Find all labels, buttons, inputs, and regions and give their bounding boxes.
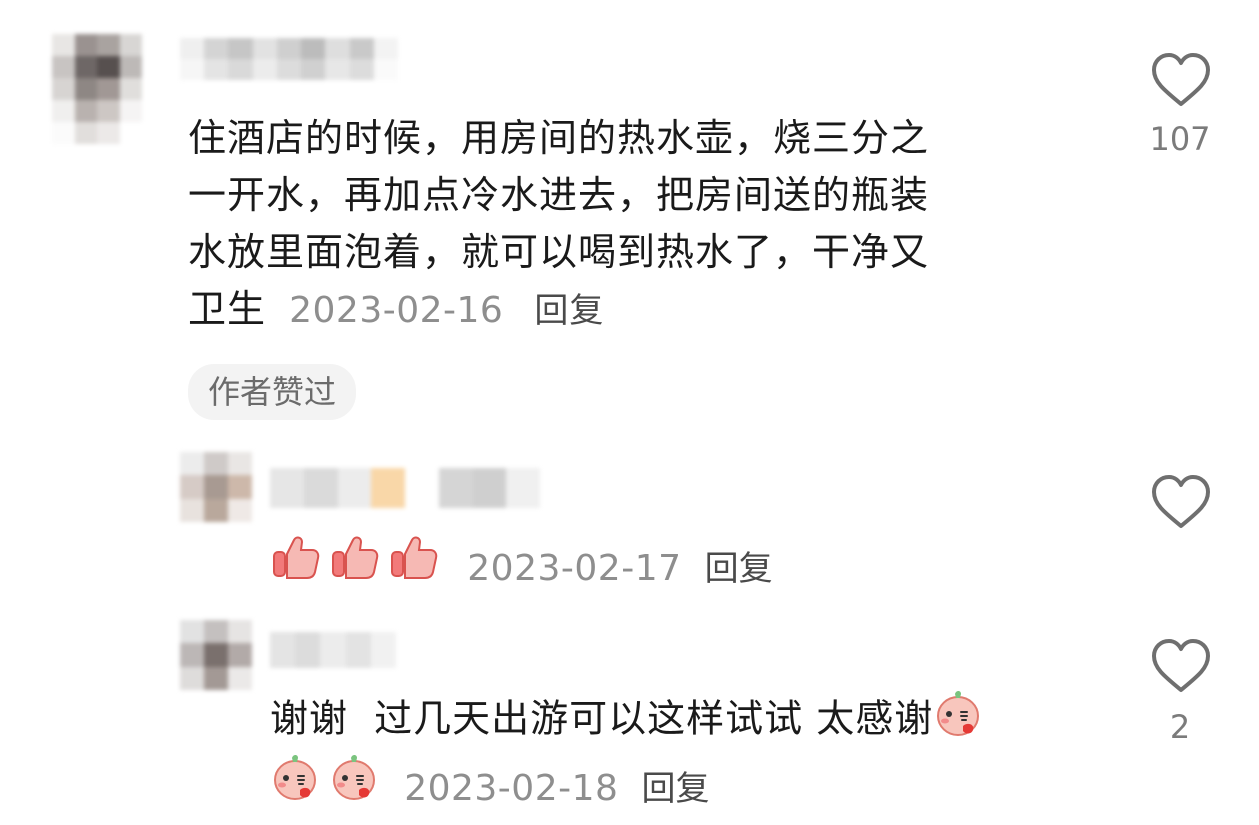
like-button[interactable] xyxy=(1150,474,1212,530)
heart-icon xyxy=(1152,475,1210,528)
like-button[interactable] xyxy=(1150,638,1212,694)
reply-comment-1: 2023-02-17 回复 xyxy=(0,440,1259,600)
thumbs-up-emoji xyxy=(331,534,379,603)
comment-line: 卫生 xyxy=(188,287,267,331)
reply-button[interactable]: 回复 xyxy=(642,769,710,809)
comment-date: 2023-02-18 xyxy=(404,767,619,809)
username[interactable] xyxy=(270,468,540,508)
heart-icon xyxy=(1152,53,1210,106)
comment-1: 住酒店的时候，用房间的热水壶，烧三分之 一开水，再加点冷水进去，把房间送的瓶装 … xyxy=(0,0,1259,430)
reply-button[interactable]: 回复 xyxy=(705,549,773,589)
comment-date: 2023-02-16 xyxy=(289,290,504,331)
comment-line: 一开水，再加点冷水进去，把房间送的瓶装 xyxy=(188,173,930,217)
comment-date: 2023-02-17 xyxy=(467,547,682,589)
comment-last-line-row: 卫生 2023-02-16 回复 xyxy=(188,281,1088,340)
comment-body: 谢谢 过几天出游可以这样试试 太感谢 xyxy=(270,688,1130,754)
like-count: 107 xyxy=(1149,120,1211,158)
blush-face-emoji xyxy=(329,752,379,825)
reply-button[interactable]: 回复 xyxy=(534,291,604,331)
blush-face-emoji xyxy=(933,688,983,754)
thumbs-up-emoji xyxy=(390,534,438,603)
avatar[interactable] xyxy=(180,452,252,522)
author-liked-badge: 作者赞过 xyxy=(188,364,357,420)
comment-body: 住酒店的时候，用房间的热水壶，烧三分之 一开水，再加点冷水进去，把房间送的瓶装 … xyxy=(188,110,1088,340)
reply-comment-2: 谢谢 过几天出游可以这样试试 太感谢 2023-02-18 回复 2 xyxy=(0,612,1259,824)
avatar[interactable] xyxy=(180,620,252,690)
reply-meta-row: 2023-02-17 回复 xyxy=(272,534,773,590)
comment-line: 住酒店的时候，用房间的热水壶，烧三分之 xyxy=(188,116,930,160)
username[interactable] xyxy=(270,632,396,668)
heart-icon xyxy=(1152,639,1210,692)
like-button[interactable] xyxy=(1150,52,1212,108)
username[interactable] xyxy=(180,38,398,80)
thumbs-up-emoji xyxy=(272,534,320,603)
blush-face-emoji xyxy=(270,752,320,825)
like-count: 2 xyxy=(1169,708,1191,746)
avatar[interactable] xyxy=(52,34,142,144)
reply-meta-row: 2023-02-18 回复 xyxy=(270,752,710,809)
comment-line: 谢谢 过几天出游可以这样试试 太感谢 xyxy=(270,696,934,741)
comment-line: 水放里面泡着，就可以喝到热水了，干净又 xyxy=(188,230,930,274)
